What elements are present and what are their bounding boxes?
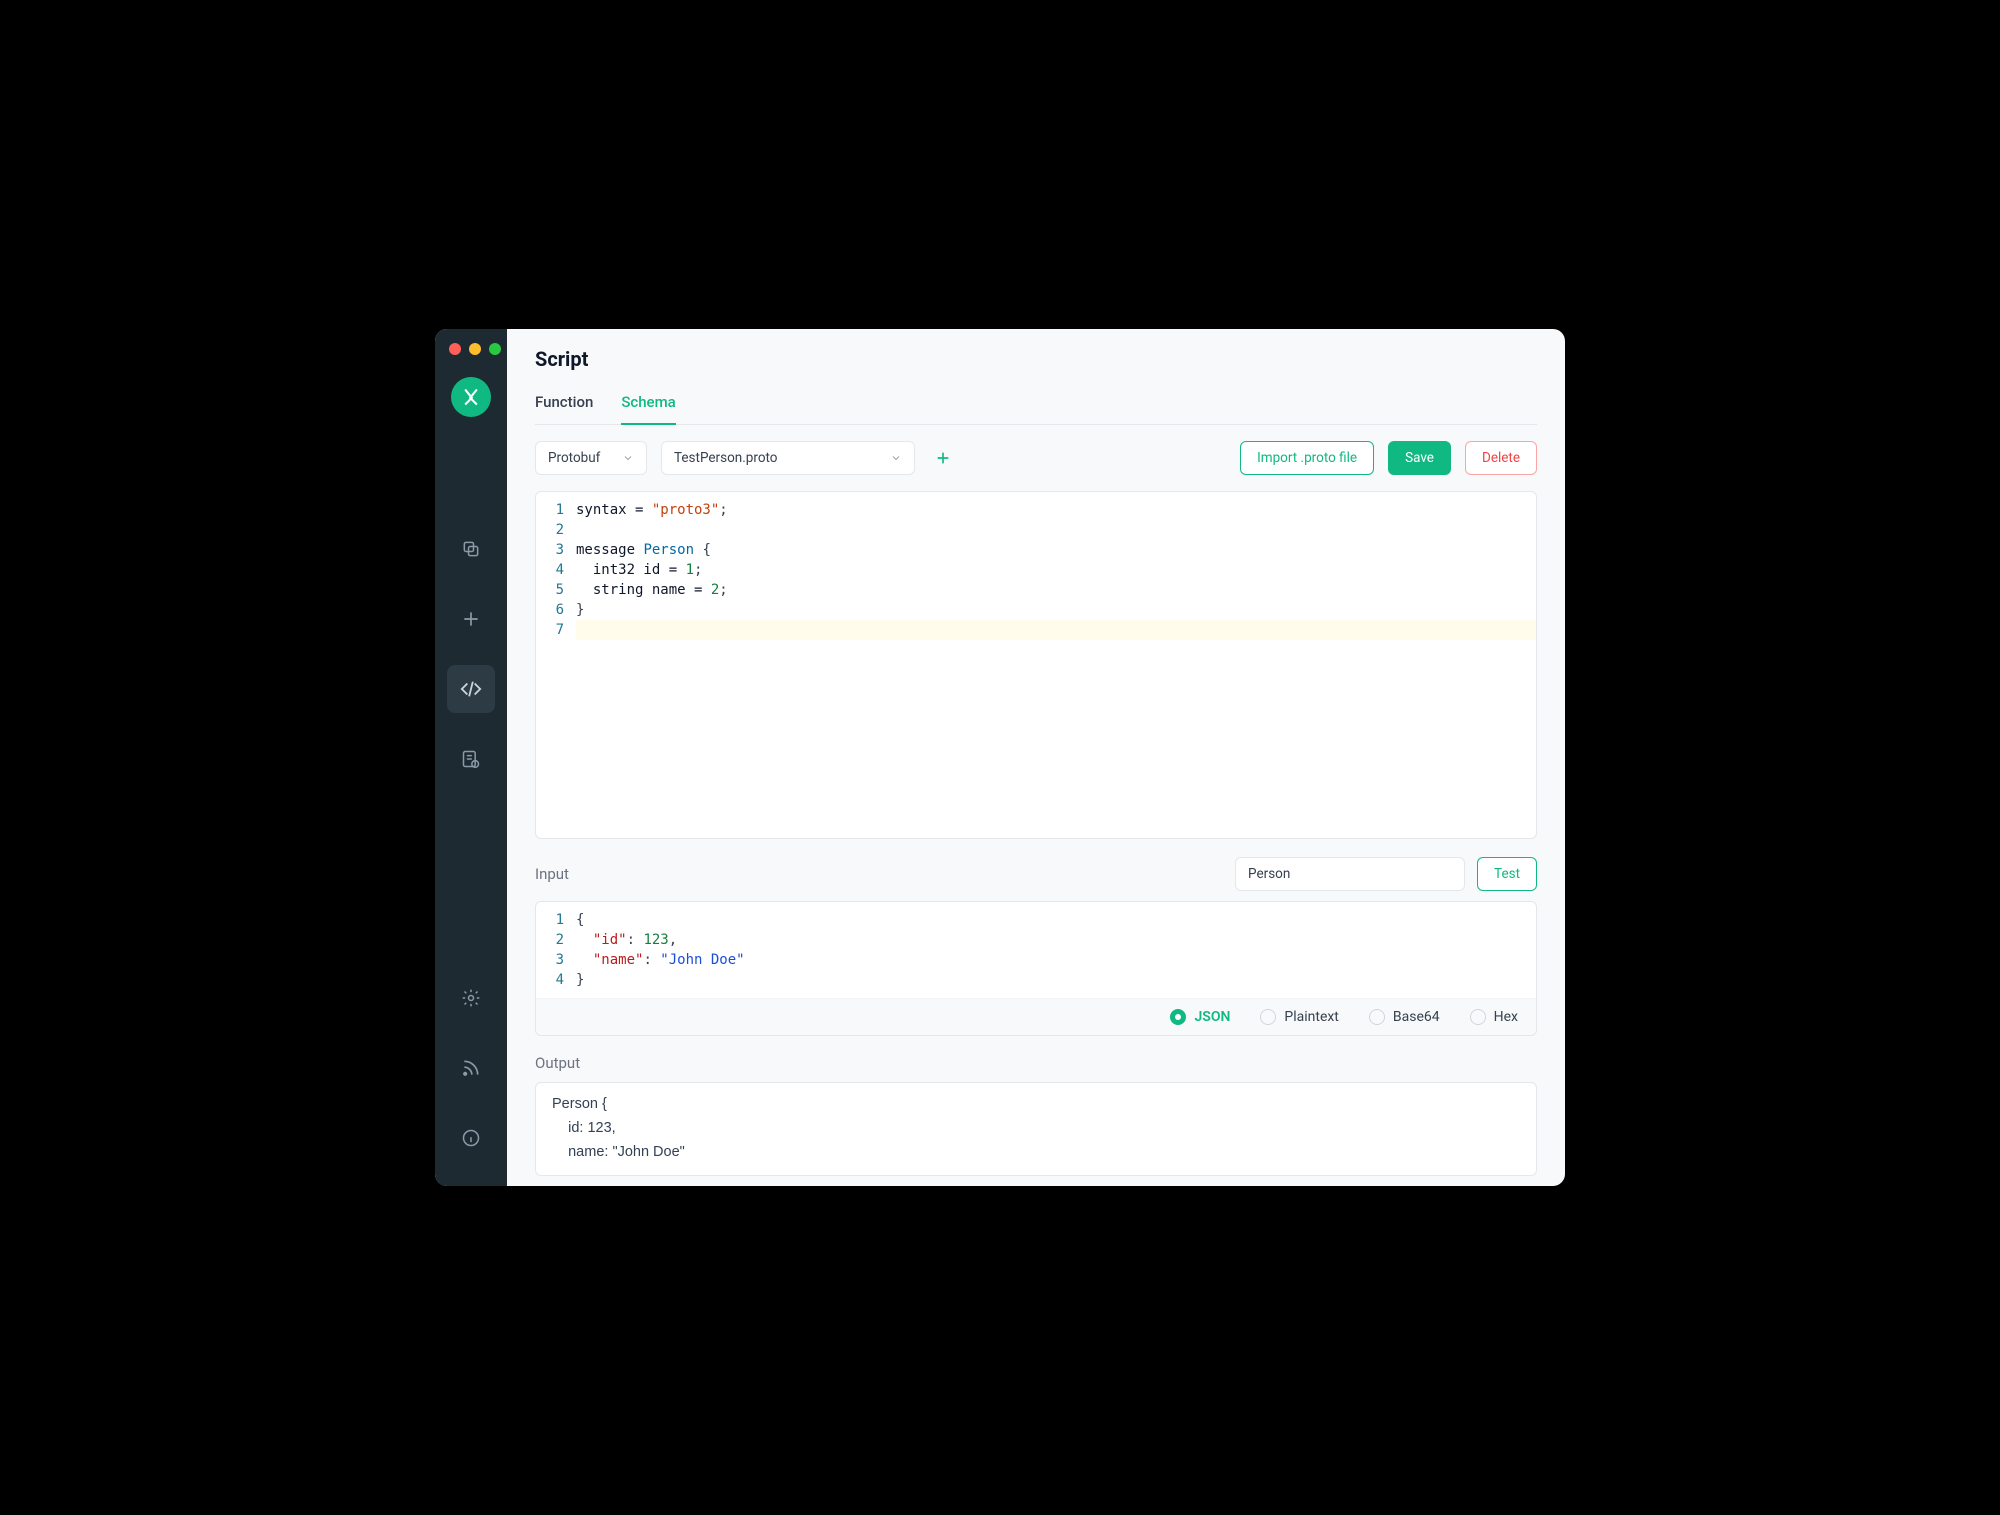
save-button[interactable]: Save — [1388, 441, 1451, 475]
app-logo — [451, 377, 491, 417]
input-editor[interactable]: 1234{ "id": 123, "name": "John Doe"} JSO… — [535, 901, 1537, 1036]
output-section-header: Output — [507, 1036, 1565, 1082]
radio-icon — [1170, 1009, 1186, 1025]
tab-function[interactable]: Function — [535, 385, 593, 425]
file-select[interactable]: TestPerson.proto — [661, 441, 915, 475]
output-label: Output — [535, 1054, 580, 1072]
schema-editor[interactable]: 1234567syntax = "proto3"; message Person… — [535, 491, 1537, 839]
sidebar-item-script[interactable] — [447, 665, 495, 713]
output-box: Person { id: 123, name: "John Doe" — [535, 1082, 1537, 1176]
sidebar-item-list[interactable] — [447, 735, 495, 783]
add-file-button[interactable] — [929, 444, 957, 472]
sidebar-item-info[interactable] — [447, 1114, 495, 1162]
sidebar — [435, 329, 507, 1186]
import-button[interactable]: Import .proto file — [1240, 441, 1374, 475]
delete-button[interactable]: Delete — [1465, 441, 1537, 475]
file-select-value: TestPerson.proto — [674, 450, 778, 466]
format-radio-hex[interactable]: Hex — [1470, 1009, 1518, 1025]
window-controls — [449, 343, 501, 355]
page-title: Script — [535, 347, 1537, 371]
logo-icon — [461, 387, 481, 407]
radio-icon — [1369, 1009, 1385, 1025]
format-radio-base64[interactable]: Base64 — [1369, 1009, 1440, 1025]
sidebar-item-settings[interactable] — [447, 974, 495, 1022]
code-icon — [460, 678, 482, 700]
message-type-input[interactable]: Person — [1235, 857, 1465, 891]
info-icon — [461, 1128, 481, 1148]
plus-icon — [935, 450, 951, 466]
sidebar-item-add[interactable] — [447, 595, 495, 643]
format-radio-json[interactable]: JSON — [1170, 1009, 1230, 1025]
tab-schema[interactable]: Schema — [621, 385, 675, 425]
header: Script Function Schema — [507, 329, 1565, 425]
chevron-down-icon — [890, 452, 902, 464]
radio-icon — [1260, 1009, 1276, 1025]
maximize-window-button[interactable] — [489, 343, 501, 355]
radio-icon — [1470, 1009, 1486, 1025]
rss-icon — [461, 1058, 481, 1078]
format-select[interactable]: Protobuf — [535, 441, 647, 475]
format-radio-plaintext[interactable]: Plaintext — [1260, 1009, 1339, 1025]
input-label: Input — [535, 865, 569, 883]
gear-icon — [461, 988, 481, 1008]
input-section-header: Input Person Test — [507, 839, 1565, 901]
minimize-window-button[interactable] — [469, 343, 481, 355]
chevron-down-icon — [622, 452, 634, 464]
input-format-radios: JSON Plaintext Base64 Hex — [536, 998, 1536, 1035]
app-window: Script Function Schema Protobuf TestPers… — [435, 329, 1565, 1186]
format-select-value: Protobuf — [548, 450, 600, 466]
test-button[interactable]: Test — [1477, 857, 1537, 891]
close-window-button[interactable] — [449, 343, 461, 355]
schema-toolbar: Protobuf TestPerson.proto Import .proto … — [507, 425, 1565, 491]
list-check-icon — [461, 749, 481, 769]
sidebar-item-feed[interactable] — [447, 1044, 495, 1092]
copy-icon — [461, 539, 481, 559]
sidebar-item-copy[interactable] — [447, 525, 495, 573]
tabs: Function Schema — [535, 385, 1537, 425]
plus-icon — [461, 609, 481, 629]
main-content: Script Function Schema Protobuf TestPers… — [507, 329, 1565, 1186]
